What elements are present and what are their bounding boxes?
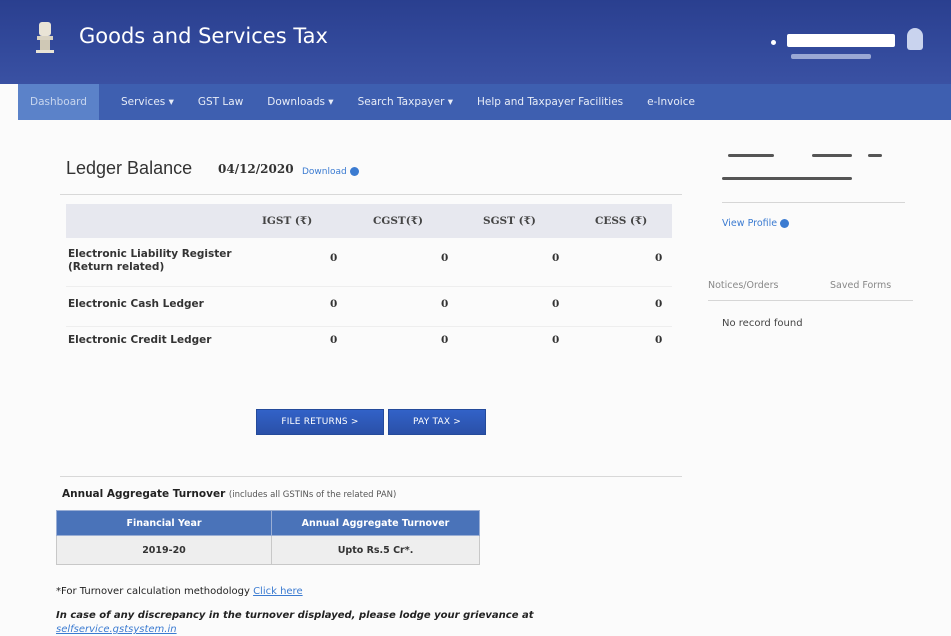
table-row: Electronic Liability Register (Return re… [66, 244, 672, 287]
nav-dashboard[interactable]: Dashboard [18, 84, 99, 120]
selfservice-link[interactable]: selfservice.gstsystem.in [56, 624, 177, 635]
turnover-title: Annual Aggregate Turnover [62, 488, 226, 500]
nav-search-taxpayer[interactable]: Search Taxpayer ▾ [346, 84, 465, 120]
divider [60, 194, 682, 195]
turnover-heading: Annual Aggregate Turnover (includes all … [62, 488, 396, 500]
cell-sgst: 0 [552, 252, 560, 264]
user-indicator-icon [771, 40, 776, 45]
col-cgst: CGST(₹) [373, 215, 423, 227]
turnover-table: Financial Year Annual Aggregate Turnover… [56, 510, 480, 565]
dashboard-main: Ledger Balance 04/12/2020 Download IGST … [56, 120, 682, 636]
profile-name-redacted [868, 154, 882, 157]
turnover-methodology: *For Turnover calculation methodology Cl… [56, 586, 303, 597]
view-profile-label: View Profile [722, 218, 778, 229]
divider [60, 476, 682, 477]
cell-cgst: 0 [441, 252, 449, 264]
user-name-redacted [787, 34, 895, 47]
cell-annual-turnover: Upto Rs.5 Cr*. [271, 535, 480, 565]
tab-saved-forms[interactable]: Saved Forms [830, 280, 891, 291]
table-row: Electronic Credit Ledger 0 0 0 0 [66, 326, 672, 364]
cell-cess: 0 [655, 334, 663, 346]
nav-downloads[interactable]: Downloads ▾ [255, 84, 345, 120]
user-subtext-redacted [791, 54, 871, 59]
file-returns-button[interactable]: FILE RETURNS > [256, 409, 384, 435]
cell-sgst: 0 [552, 298, 560, 310]
ledger-title-row: Ledger Balance 04/12/2020 Download [66, 158, 359, 179]
cell-sgst: 0 [552, 334, 560, 346]
cell-cgst: 0 [441, 334, 449, 346]
grievance-text: In case of any discrepancy in the turnov… [56, 610, 534, 621]
nav-services[interactable]: Services ▾ [109, 84, 186, 120]
ledger-date: 04/12/2020 [218, 162, 294, 176]
app-header: Goods and Services Tax [0, 0, 951, 84]
col-annual-turnover: Annual Aggregate Turnover [271, 510, 480, 536]
ledger-table-header: IGST (₹) CGST(₹) SGST (₹) CESS (₹) [66, 204, 672, 238]
profile-arrow-icon [780, 219, 790, 228]
user-menu[interactable] [771, 24, 931, 64]
tab-notices-orders[interactable]: Notices/Orders [708, 280, 778, 291]
table-row: 2019-20 Upto Rs.5 Cr*. [56, 535, 480, 565]
nav-gst-law[interactable]: GST Law [186, 84, 255, 120]
table-row: Electronic Cash Ledger 0 0 0 0 [66, 288, 672, 327]
profile-gstin-redacted [722, 177, 852, 180]
pay-tax-button[interactable]: PAY TAX > [388, 409, 486, 435]
download-icon[interactable] [349, 167, 359, 176]
profile-name-redacted [812, 154, 852, 157]
cell-financial-year: 2019-20 [56, 535, 272, 565]
nav-help-facilities[interactable]: Help and Taxpayer Facilities [465, 84, 635, 120]
main-nav: Dashboard Services ▾ GST Law Downloads ▾… [18, 84, 951, 120]
profile-name-redacted [728, 154, 774, 157]
col-cess: CESS (₹) [595, 215, 648, 227]
col-igst: IGST (₹) [262, 215, 313, 227]
col-financial-year: Financial Year [56, 510, 272, 536]
cell-igst: 0 [330, 298, 338, 310]
cell-igst: 0 [330, 252, 338, 264]
cell-cess: 0 [655, 252, 663, 264]
click-here-link[interactable]: Click here [253, 586, 303, 597]
download-link[interactable]: Download [302, 167, 359, 177]
cell-cgst: 0 [441, 298, 449, 310]
user-avatar-icon[interactable] [907, 28, 923, 50]
cell-cess: 0 [655, 298, 663, 310]
view-profile-link[interactable]: View Profile [722, 218, 790, 229]
no-record-message: No record found [722, 318, 803, 329]
divider [722, 202, 905, 203]
download-label: Download [302, 167, 347, 177]
row-label: Electronic Cash Ledger [68, 298, 204, 310]
row-label: Electronic Credit Ledger [68, 334, 212, 346]
turnover-note: (includes all GSTINs of the related PAN) [228, 490, 397, 500]
profile-sidebar: View Profile Notices/Orders Saved Forms … [708, 120, 951, 636]
row-label: Electronic Liability Register (Return re… [68, 248, 232, 273]
ledger-title: Ledger Balance [66, 158, 193, 178]
app-title[interactable]: Goods and Services Tax [79, 24, 328, 48]
nav-e-invoice[interactable]: e-Invoice [635, 84, 707, 120]
cell-igst: 0 [330, 334, 338, 346]
calc-text: *For Turnover calculation methodology [56, 586, 250, 597]
tabs-divider [708, 300, 913, 301]
col-sgst: SGST (₹) [483, 215, 536, 227]
india-emblem-icon [36, 22, 54, 53]
